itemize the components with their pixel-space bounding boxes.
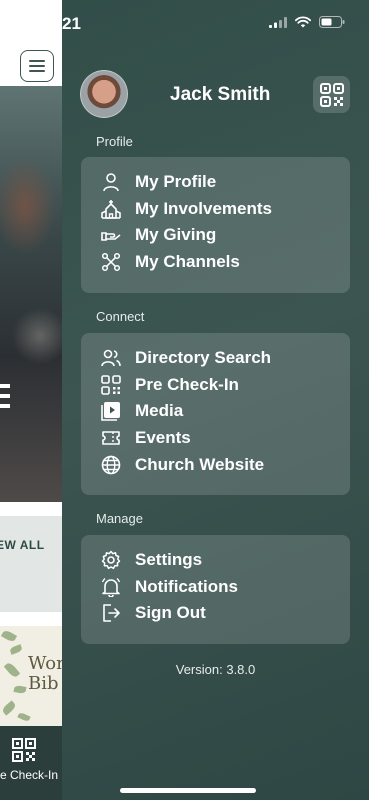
play-icon [101,401,121,422]
qr-code-icon [12,738,36,762]
connect-card: Directory Search Pre Check-In Media Even… [81,333,350,495]
hero-image [0,86,62,502]
signal-icon [269,16,287,28]
section-title-profile: Profile [96,134,133,149]
ticket-icon [101,428,121,448]
menu-item-my-profile[interactable]: My Profile [81,169,350,196]
gear-icon [101,550,121,570]
profile-card: My Profile My Involvements My Giving My … [81,157,350,293]
user-name: Jack Smith [170,84,271,105]
status-time: 21 [62,14,81,33]
status-icons [269,16,345,28]
qr-code-icon [319,82,344,107]
menu-item-directory-search[interactable]: Directory Search [81,345,350,372]
navigation-drawer: 21 Jack Smith Profile My Profile My Invo… [62,0,369,800]
section-title-manage: Manage [96,511,143,526]
channels-icon [101,252,121,272]
menu-item-my-channels[interactable]: My Channels [81,249,350,276]
hamburger-menu-button[interactable] [20,50,54,82]
event-card[interactable]: Wom Bib [0,626,62,726]
qr-code-button[interactable] [313,76,350,113]
view-all-link[interactable]: EW ALL [0,538,45,552]
menu-item-settings[interactable]: Settings [81,547,350,574]
giving-hand-icon [101,225,121,245]
church-icon [101,199,121,219]
view-all-strip: EW ALL [0,516,62,612]
avatar[interactable] [80,70,128,118]
menu-item-church-website[interactable]: Church Website [81,451,350,478]
tab-pre-check-in[interactable]: re Check-In [0,726,62,800]
hamburger-icon [29,60,45,72]
menu-item-pre-check-in[interactable]: Pre Check-In [81,372,350,399]
battery-icon [319,16,345,28]
menu-item-my-giving[interactable]: My Giving [81,222,350,249]
background-app: EW ALL Wom Bib re Check-In [0,0,62,800]
manage-card: Settings Notifications Sign Out [81,535,350,644]
menu-item-sign-out[interactable]: Sign Out [81,600,350,627]
menu-item-my-involvements[interactable]: My Involvements [81,196,350,223]
home-indicator [120,788,256,793]
sign-out-icon [101,603,121,623]
menu-item-media[interactable]: Media [81,398,350,425]
people-icon [101,348,121,368]
event-title: Wom Bib [28,653,62,694]
tab-label: re Check-In [0,768,59,782]
app-version: Version: 3.8.0 [175,662,256,677]
menu-item-events[interactable]: Events [81,425,350,452]
menu-item-notifications[interactable]: Notifications [81,574,350,601]
qr-code-icon [101,375,121,395]
bell-icon [101,577,121,597]
section-title-connect: Connect [96,309,145,324]
wifi-icon [295,16,311,28]
person-icon [101,172,121,192]
globe-icon [101,455,121,475]
background-header [0,0,62,86]
